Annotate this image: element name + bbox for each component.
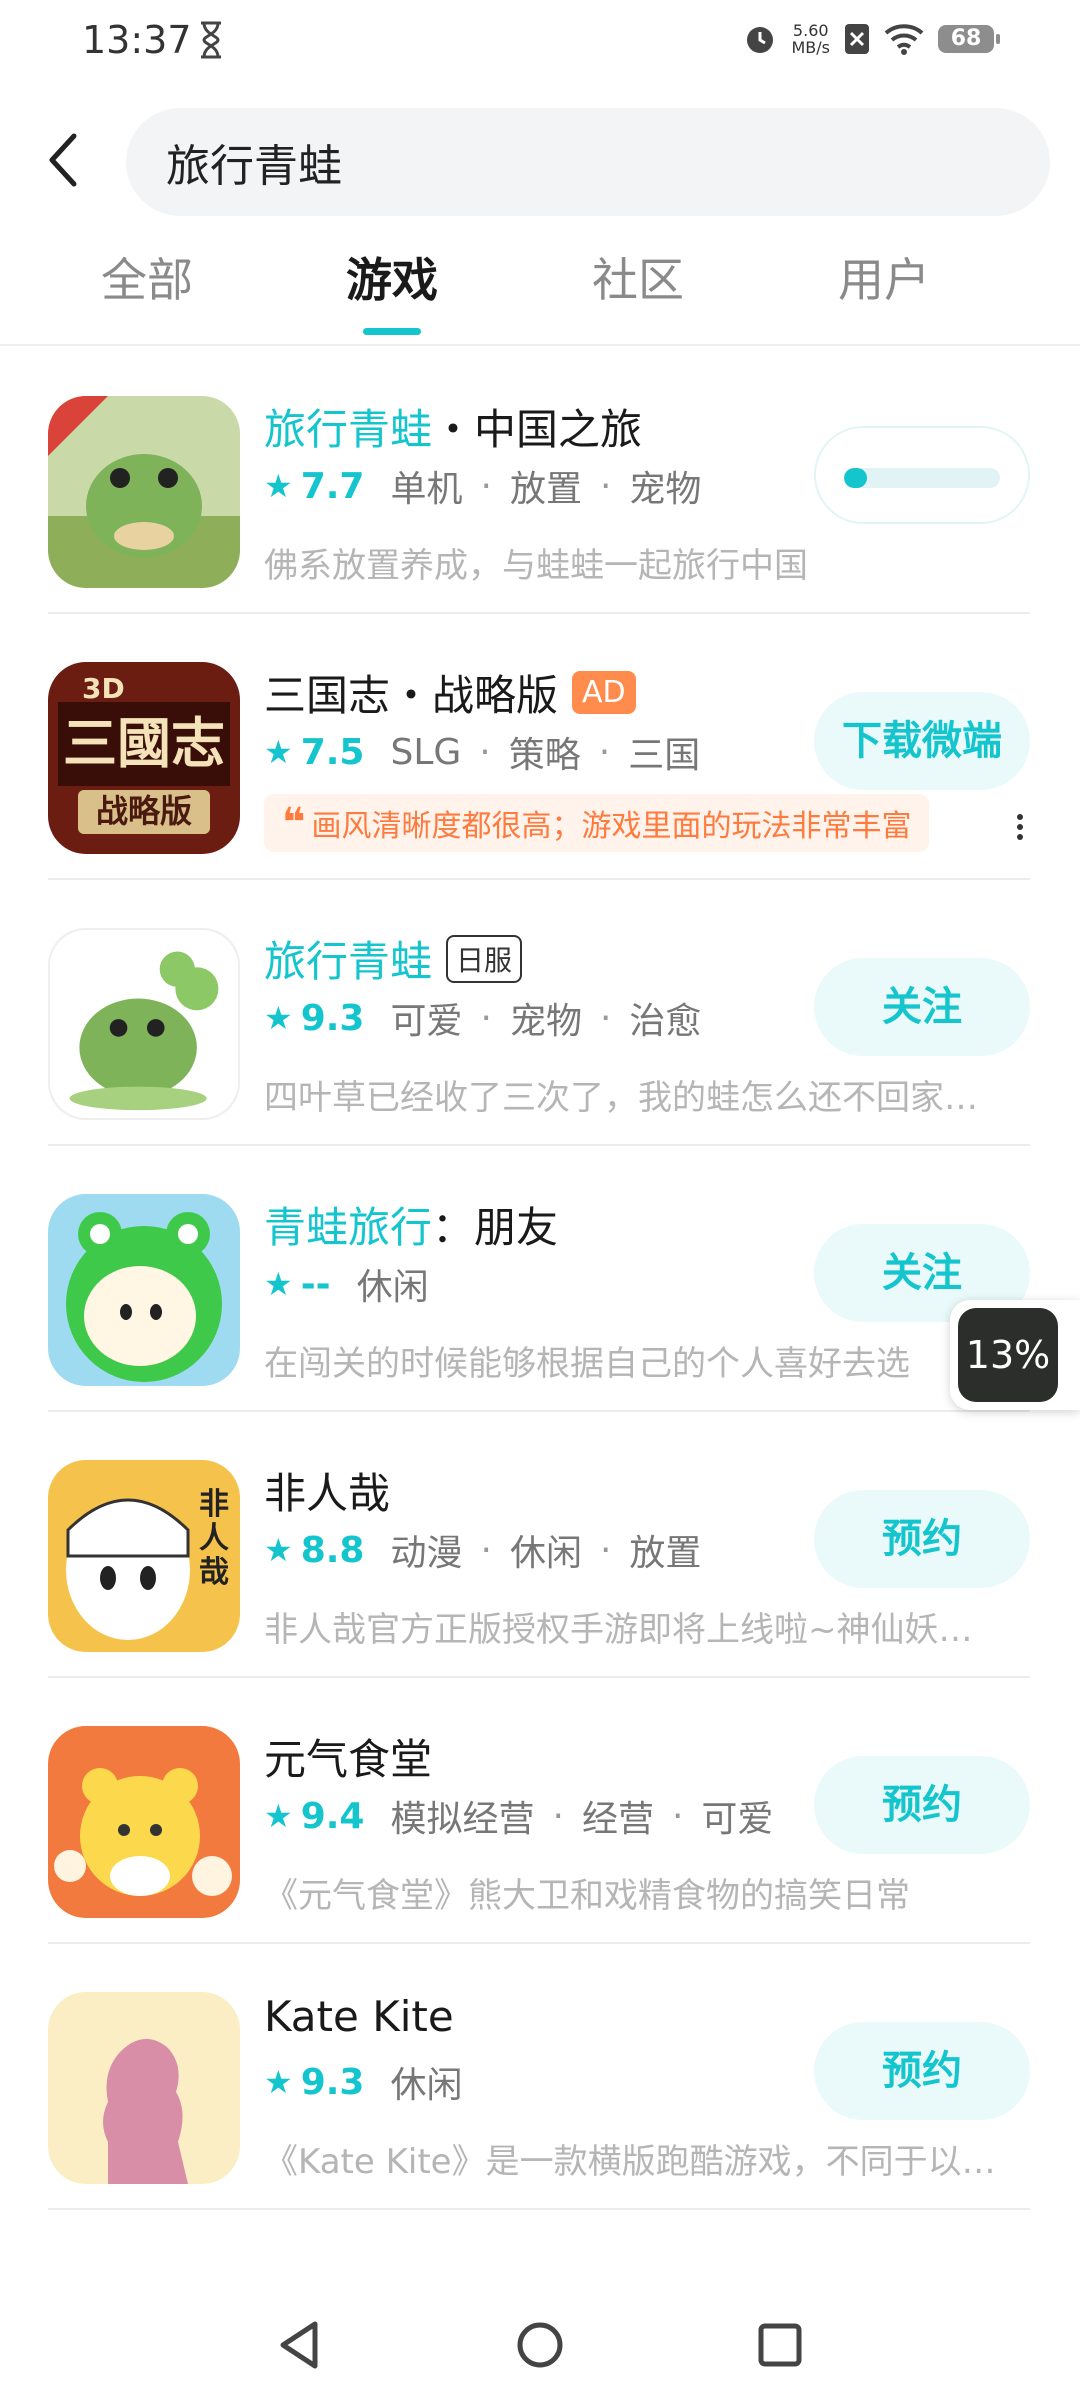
reserve-button[interactable]: 预约 [814,1756,1030,1854]
game-icon-travel-frog-china[interactable] [48,396,240,588]
rating-score: 9.3 [300,997,365,1039]
star-icon: ★ [264,2063,293,2101]
ad-badge: AD [572,671,636,714]
star-icon: ★ [264,1265,293,1303]
item-title: Kate Kite [264,1992,454,2041]
floating-download-badge[interactable]: 13% [950,1300,1080,1410]
rating-score: 7.7 [300,465,365,507]
item-description: 在闯关的时候能够根据自己的个人喜好去选 [264,1344,910,1384]
svg-text:战略版: 战略版 [96,792,192,830]
nav-recents-icon[interactable] [745,2310,815,2380]
item-description: 佛系放置养成，与蛙蛙一起旅行中国 [264,546,808,586]
list-item[interactable]: 旅行青蛙 ・中国之旅 ★ 7.7 单机 · 放置 · 宠物 佛系放置养成，与蛙蛙一起旅… [0,348,1080,614]
nav-home-icon[interactable] [505,2310,575,2380]
list-item[interactable]: 元气食堂 ★ 9.4 模拟经营 · 经营 · 可爱 《元气食堂》熊大卫和戏精食物的搞… [0,1678,1080,1944]
nav-back-icon[interactable] [265,2310,335,2380]
rating-score: 7.5 [300,731,365,773]
item-title: 三国志・战略版 AD [264,662,636,723]
svg-text:3D: 3D [82,672,125,705]
back-arrow-icon[interactable] [42,130,86,190]
alarm-icon [747,27,774,53]
game-icon-sanguozhi[interactable]: 三國志 战略版 3D [48,662,240,854]
download-progress-fill [844,468,868,488]
item-description: 非人哉官方正版授权手游即将上线啦~神仙妖… [264,1610,973,1650]
star-icon: ★ [264,733,293,771]
tab-all[interactable]: 全部 [47,244,247,310]
star-icon: ★ [264,999,293,1037]
more-options-icon[interactable] [1010,810,1030,850]
wifi-icon [884,24,924,55]
item-meta: ★ 7.5 SLG · 策略 · 三国 [264,731,701,777]
list-item[interactable]: 非 人 哉 非人哉 ★ 8.8 动漫 · 休闲 · 放置 非人哉官方正版授权手游即将… [0,1412,1080,1678]
list-item[interactable]: 青蛙旅行 ：朋友 ★ -- 休闲 在闯关的时候能够根据自己的个人喜好去选 关注 [0,1146,1080,1412]
rating-score: 9.3 [300,2061,365,2103]
tab-community[interactable]: 社区 [538,244,738,310]
rating-score: -- [300,1263,331,1305]
item-description: 《元气食堂》熊大卫和戏精食物的搞笑日常 [264,1876,910,1916]
system-nav-bar [0,2280,1080,2408]
network-speed: 5.60 MB/s [791,21,830,57]
svg-text:三國志: 三國志 [63,711,225,775]
svg-text:人: 人 [199,1521,229,1556]
list-item[interactable]: 三國志 战略版 3D 三国志・战略版 AD ★ 7.5 SLG · 策略 · 三国 ❝… [0,614,1080,880]
download-percent: 13% [958,1308,1058,1402]
download-micro-button[interactable]: 下载微端 [814,692,1030,790]
item-meta: ★ -- 休闲 [264,1263,429,1309]
status-bar: 13:37 5.60 MB/s 68 [0,0,1080,84]
search-bar[interactable] [126,108,1050,216]
rating-score: 8.8 [300,1529,365,1571]
star-icon: ★ [264,467,293,505]
reserve-button[interactable]: 预约 [814,2022,1030,2120]
item-title: 旅行青蛙 日服 [264,928,523,989]
game-icon-travel-frog-jp[interactable] [48,928,240,1120]
item-description: 四叶草已经收了三次了，我的蛙怎么还不回家… [264,1078,978,1118]
tab-games[interactable]: 游戏 [292,244,492,335]
tab-active-indicator [363,328,421,335]
rating-score: 9.4 [300,1795,365,1837]
tab-bar: 全部 游戏 社区 用户 [0,244,1080,344]
svg-text:哉: 哉 [199,1555,229,1590]
svg-text:非: 非 [199,1487,229,1522]
item-meta: ★ 9.4 模拟经营 · 经营 · 可爱 [264,1795,774,1841]
star-icon: ★ [264,1797,293,1835]
reserve-button[interactable]: 预约 [814,1490,1030,1588]
item-title: 元气食堂 [264,1735,433,1784]
item-meta: ★ 7.7 单机 · 放置 · 宠物 [264,465,702,511]
list-item[interactable]: 旅行青蛙 日服 ★ 9.3 可爱 · 宠物 · 治愈 四叶草已经收了三次了，我的蛙怎么… [0,880,1080,1146]
review-snippet: ❝ 画风清晰度都很高；游戏里面的玩法非常丰富 [264,794,930,852]
item-title: 青蛙旅行 ：朋友 [264,1203,559,1252]
item-title: 旅行青蛙 ・中国之旅 [264,405,643,454]
item-description: 《Kate Kite》是一款横版跑酷游戏，不同于以… [264,2142,996,2182]
game-icon-kate-kite[interactable] [48,1992,240,2184]
status-time: 13:37 [82,18,192,62]
star-icon: ★ [264,1531,293,1569]
status-icons: 5.60 MB/s 68 [743,21,1000,57]
quote-icon: ❝ [282,800,306,846]
tab-users[interactable]: 用户 [784,244,984,310]
battery-indicator: 68 [938,25,1000,53]
game-icon-frog-travel-friends[interactable] [48,1194,240,1386]
download-progress-button[interactable] [814,426,1030,524]
game-icon-yuanqi-shitang[interactable] [48,1726,240,1918]
follow-button[interactable]: 关注 [814,958,1030,1056]
hourglass-icon [201,21,221,59]
download-progress-bar [844,468,1000,488]
item-meta: ★ 9.3 休闲 [264,2061,463,2107]
region-badge: 日服 [446,934,523,983]
divider [0,344,1080,346]
list-item[interactable]: Kate Kite ★ 9.3 休闲 《Kate Kite》是一款横版跑酷游戏，… [0,1944,1080,2210]
game-icon-feirenzai[interactable]: 非 人 哉 [48,1460,240,1652]
item-meta: ★ 8.8 动漫 · 休闲 · 放置 [264,1529,702,1575]
item-title: 非人哉 [264,1469,391,1518]
search-input[interactable] [164,135,1028,189]
divider [48,2208,1030,2210]
item-meta: ★ 9.3 可爱 · 宠物 · 治愈 [264,997,702,1043]
no-sim-icon [845,24,869,54]
